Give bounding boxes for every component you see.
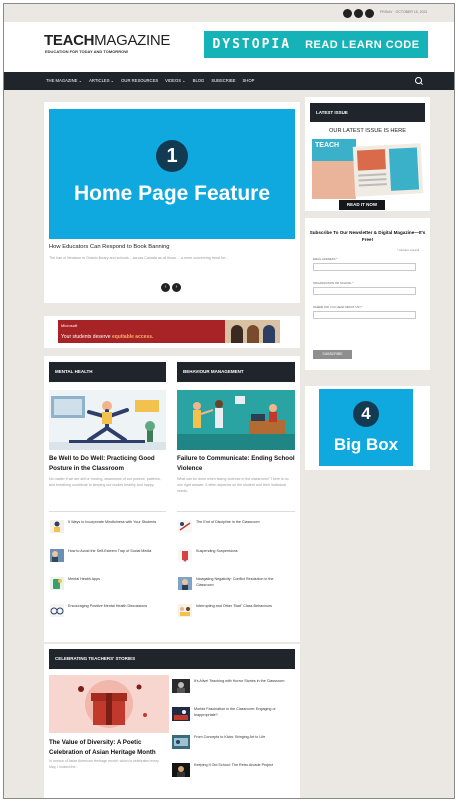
slider-prev-button[interactable]: ‹ xyxy=(161,283,170,292)
big-box-placeholder[interactable]: 4 Big Box xyxy=(319,389,413,466)
magazine-spread-image xyxy=(352,143,424,197)
nav-item-our-resources[interactable]: OUR RESOURCES xyxy=(121,78,158,83)
celebrating-teachers-section: CELEBRATING TEACHERS' STORIES The Value … xyxy=(44,644,300,798)
list-item-thumbnail[interactable] xyxy=(50,604,64,617)
ad-message-start: Your students deserve xyxy=(61,334,112,340)
yoga-illustration[interactable] xyxy=(49,390,166,450)
slider-next-button[interactable]: › xyxy=(172,283,181,292)
logo-bold: TEACH xyxy=(44,32,95,49)
list-item-thumbnail[interactable] xyxy=(50,520,64,533)
current-date: FRIDAY · OCTOBER 15, 2021 xyxy=(380,10,428,14)
main-navigation: THE MAGAZINE ⌄ ARTICLES ⌄ OUR RESOURCES … xyxy=(4,72,454,90)
referral-label: WHERE DID YOU HEAR ABOUT US? * xyxy=(313,305,363,309)
list-item-thumbnail[interactable] xyxy=(178,604,192,617)
read-it-now-button[interactable]: READ IT NOW xyxy=(339,200,385,210)
header-ad-title: DYSTOPIA xyxy=(212,37,292,52)
divider xyxy=(49,511,166,512)
list-item-thumbnail[interactable] xyxy=(50,577,64,590)
latest-issue-subheading: OUR LATEST ISSUE IS HERE xyxy=(329,128,406,134)
list-item[interactable]: Morbid Fascination in the Classroom: Eng… xyxy=(194,707,286,719)
article-title[interactable]: Be Well to Do Well: Practicing Good Post… xyxy=(49,454,166,473)
classroom-illustration[interactable] xyxy=(177,390,295,450)
ad-brand: Microsoft xyxy=(61,323,78,328)
gift-illustration[interactable] xyxy=(49,675,169,733)
nav-item-shop[interactable]: SHOP xyxy=(243,78,255,83)
microsoft-ad[interactable]: Microsoft Your students deserve equitabl… xyxy=(58,320,280,343)
newsletter-title: Subscribe To Our Newsletter & Digital Ma… xyxy=(309,230,426,242)
header-ad-slogan: READ LEARN CODE xyxy=(305,38,420,51)
section-header-behaviour-management[interactable]: BEHAVIOUR MANAGEMENT xyxy=(177,362,295,382)
two-column-sections: MENTAL HEALTH Be Well to Do Well: Practi… xyxy=(44,356,300,642)
section-header-mental-health[interactable]: MENTAL HEALTH xyxy=(49,362,166,382)
article-title[interactable]: The Value of Diversity: A Poetic Celebra… xyxy=(49,738,169,757)
list-item-thumbnail[interactable] xyxy=(172,763,190,777)
article-title[interactable]: Failure to Communicate: Ending School Vi… xyxy=(177,454,295,473)
list-item[interactable]: Interrupting and Other "Bad" Class Behav… xyxy=(196,604,292,610)
nav-item-the-magazine[interactable]: THE MAGAZINE ⌄ xyxy=(46,78,82,83)
site-logo[interactable]: TEACHMAGAZINE xyxy=(44,32,170,49)
site-tagline: EDUCATION FOR TODAY AND TOMORROW xyxy=(45,49,128,54)
home-feature-placeholder[interactable]: 1 Home Page Feature xyxy=(49,109,295,239)
twitter-icon[interactable] xyxy=(354,9,363,18)
subscribe-button[interactable]: SUBSCRIBE xyxy=(313,350,352,359)
article-excerpt: In honour of Asian American Heritage mon… xyxy=(49,759,159,769)
home-feature-card: 1 Home Page Feature How Educators Can Re… xyxy=(44,102,300,303)
list-item[interactable]: The End of Discipline in the Classroom xyxy=(196,520,292,526)
list-item[interactable]: Encouraging Positive Mental Health Discu… xyxy=(68,604,164,610)
page-frame: FRIDAY · OCTOBER 15, 2021 TEACHMAGAZINE … xyxy=(3,3,455,799)
ad-banner-card: Microsoft Your students deserve equitabl… xyxy=(44,316,300,348)
magazine-cover[interactable]: TEACH xyxy=(312,139,356,199)
cover-title: TEACH xyxy=(315,142,340,149)
logo-light: MAGAZINE xyxy=(94,32,171,49)
list-item[interactable]: Navigating Negativity: Conflict Resoluti… xyxy=(196,577,292,589)
list-item-thumbnail[interactable] xyxy=(50,549,64,562)
list-item-thumbnail[interactable] xyxy=(172,735,190,749)
list-item-thumbnail[interactable] xyxy=(172,707,190,721)
big-box-ad-slot: 4 Big Box xyxy=(305,386,430,470)
ad-message-highlight: equitable access. xyxy=(111,334,154,340)
ad-photo xyxy=(225,320,280,343)
organization-label: ORGANIZATION OR SCHOOL * xyxy=(313,281,354,285)
latest-issue-header: LATEST ISSUE xyxy=(310,103,425,122)
list-item[interactable]: It's Alive! Teaching with Horror Stories… xyxy=(194,679,286,685)
placeholder-label: Big Box xyxy=(333,435,399,454)
required-note: * indicates required xyxy=(397,249,420,252)
divider xyxy=(177,511,295,512)
instagram-icon[interactable] xyxy=(365,9,374,18)
email-field[interactable] xyxy=(313,263,416,271)
feature-headline[interactable]: How Educators Can Respond to Book Bannin… xyxy=(49,244,170,250)
facebook-icon[interactable] xyxy=(343,9,352,18)
search-icon[interactable] xyxy=(415,77,422,84)
latest-issue-widget: LATEST ISSUE OUR LATEST ISSUE IS HERE TE… xyxy=(305,97,430,211)
top-strip: FRIDAY · OCTOBER 15, 2021 xyxy=(4,4,454,22)
placeholder-number-badge: 1 xyxy=(156,140,188,172)
referral-select[interactable] xyxy=(313,311,416,319)
nav-item-subscribe[interactable]: SUBSCRIBE xyxy=(211,78,235,83)
header-ad-banner[interactable]: DYSTOPIA READ LEARN CODE xyxy=(204,31,428,58)
list-item-thumbnail[interactable] xyxy=(178,549,192,562)
section-header-celebrating-teachers[interactable]: CELEBRATING TEACHERS' STORIES xyxy=(49,649,295,669)
list-item[interactable]: Suspending Suspensions xyxy=(196,549,292,555)
list-item-thumbnail[interactable] xyxy=(178,577,192,590)
organization-field[interactable] xyxy=(313,287,416,295)
placeholder-label: Home Page Feature xyxy=(73,182,271,205)
ad-message: Your students deserve equitable access. xyxy=(61,334,153,340)
placeholder-number-badge: 4 xyxy=(353,401,379,427)
list-item[interactable]: From Concepts to Kicks: Bringing Art to … xyxy=(194,735,286,741)
list-item[interactable]: Mental Health Apps xyxy=(68,577,164,583)
article-excerpt: No matter if we are still or moving, awa… xyxy=(49,477,161,487)
nav-item-blog[interactable]: BLOG xyxy=(193,78,205,83)
list-item-thumbnail[interactable] xyxy=(172,679,190,693)
nav-item-videos[interactable]: VIDEOS ⌄ xyxy=(165,78,186,83)
email-label: EMAIL ADDRESS * xyxy=(313,257,338,261)
feature-excerpt: The ban of literature in Ontario library… xyxy=(49,256,228,260)
article-excerpt: What can be done when facing violence in… xyxy=(177,477,289,493)
newsletter-widget: Subscribe To Our Newsletter & Digital Ma… xyxy=(305,218,430,370)
list-item[interactable]: 5 Ways to Incorporate Mindfulness with Y… xyxy=(68,520,164,526)
list-item[interactable]: Keeping It Old School: The Retro Arcade … xyxy=(194,763,286,769)
list-item[interactable]: How to Avoid the Self-Esteem Trap of Soc… xyxy=(68,549,164,555)
nav-item-articles[interactable]: ARTICLES ⌄ xyxy=(89,78,114,83)
list-item-thumbnail[interactable] xyxy=(178,520,192,533)
site-header: TEACHMAGAZINE EDUCATION FOR TODAY AND TO… xyxy=(4,22,454,72)
